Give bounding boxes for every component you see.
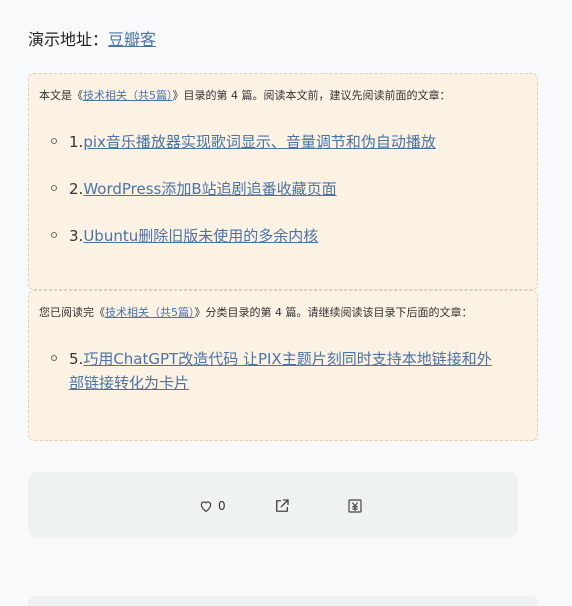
bullet-icon bbox=[51, 355, 57, 361]
next-section-edge bbox=[28, 596, 538, 606]
page: 演示地址：豆瓣客 本文是《技术相关（共5篇）》目录的第 4 篇。阅读本文前，建议… bbox=[0, 0, 572, 606]
demo-link[interactable]: 豆瓣客 bbox=[108, 30, 156, 49]
article-link[interactable]: pix音乐播放器实现歌词显示、音量调节和伪自动播放 bbox=[83, 133, 436, 151]
article-link[interactable]: Ubuntu删除旧版未使用的多余内核 bbox=[83, 227, 318, 245]
share-button[interactable] bbox=[273, 496, 291, 516]
like-count: 0 bbox=[218, 499, 226, 513]
list-item: 2.WordPress添加B站追剧追番收藏页面 bbox=[51, 177, 523, 201]
item-number: 5. bbox=[69, 350, 84, 368]
series-prefix: 您已阅读完《 bbox=[39, 306, 105, 319]
item-number: 1. bbox=[69, 133, 84, 151]
series-prefix: 本文是《 bbox=[39, 89, 83, 102]
series-next-header: 您已阅读完《技术相关（共5篇）》分类目录的第 4 篇。请继续阅读该目录下后面的文… bbox=[39, 305, 527, 321]
bullet-icon bbox=[51, 232, 57, 238]
demo-label: 演示地址： bbox=[28, 30, 109, 49]
article-link-line1: 巧用ChatGPT改造代码 让PIX主题片刻同时支持本地链接和外 bbox=[83, 350, 492, 368]
series-next-box: 您已阅读完《技术相关（共5篇）》分类目录的第 4 篇。请继续阅读该目录下后面的文… bbox=[28, 290, 538, 441]
article-link[interactable]: 巧用ChatGPT改造代码 让PIX主题片刻同时支持本地链接和外部链接转化为卡片 bbox=[69, 350, 492, 392]
series-previous-header: 本文是《技术相关（共5篇）》目录的第 4 篇。阅读本文前，建议先阅读前面的文章： bbox=[39, 88, 527, 104]
like-button[interactable]: 0 bbox=[198, 496, 226, 516]
demo-line: 演示地址：豆瓣客 bbox=[28, 29, 156, 51]
item-number: 2. bbox=[69, 180, 84, 198]
series-suffix: 》分类目录的第 4 篇。请继续阅读该目录下后面的文章： bbox=[194, 306, 473, 319]
item-number: 3. bbox=[69, 227, 84, 245]
share-icon bbox=[273, 497, 291, 515]
donate-icon bbox=[346, 497, 364, 515]
bullet-icon bbox=[51, 138, 57, 144]
list-item: 1.pix音乐播放器实现歌词显示、音量调节和伪自动播放 bbox=[51, 130, 523, 154]
list-item: 3.Ubuntu删除旧版未使用的多余内核 bbox=[51, 224, 523, 248]
series-previous-box: 本文是《技术相关（共5篇）》目录的第 4 篇。阅读本文前，建议先阅读前面的文章：… bbox=[28, 73, 538, 290]
series-name-link[interactable]: 技术相关（共5篇） bbox=[105, 306, 195, 319]
series-suffix: 》目录的第 4 篇。阅读本文前，建议先阅读前面的文章： bbox=[172, 89, 451, 102]
post-actions-bar: 0 bbox=[28, 472, 518, 538]
heart-icon bbox=[198, 498, 214, 514]
article-link-line2: 部链接转化为卡片 bbox=[69, 374, 190, 392]
bullet-icon bbox=[51, 185, 57, 191]
series-name-link[interactable]: 技术相关（共5篇） bbox=[83, 89, 173, 102]
article-link[interactable]: WordPress添加B站追剧追番收藏页面 bbox=[83, 180, 336, 198]
list-item: 5.巧用ChatGPT改造代码 让PIX主题片刻同时支持本地链接和外部链接转化为… bbox=[51, 347, 523, 395]
donate-button[interactable] bbox=[346, 496, 364, 516]
